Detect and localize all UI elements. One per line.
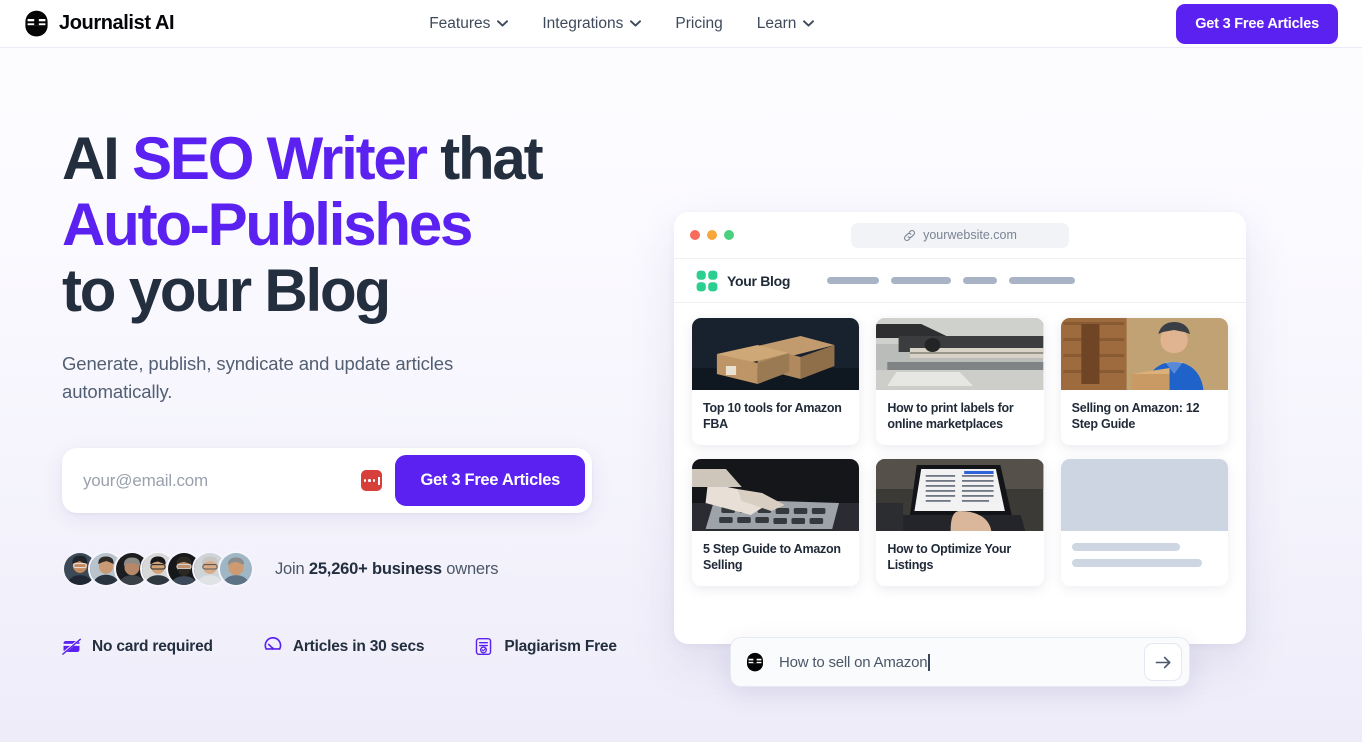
article-title: 5 Step Guide to Amazon Selling (703, 542, 841, 572)
signup-form: Get 3 Free Articles (62, 448, 592, 513)
nav-item-integrations[interactable]: Integrations (542, 14, 642, 33)
article-thumbnail (1060, 318, 1228, 390)
article-thumbnail (876, 459, 1044, 531)
article-card[interactable]: How to print labels for online marketpla… (876, 318, 1044, 445)
hero-left-column: AI SEO Writer that Auto-Publishes to you… (62, 126, 622, 656)
avatar (218, 551, 254, 587)
hero-section: AI SEO Writer that Auto-Publishes to you… (0, 48, 1362, 742)
close-window-dot[interactable] (690, 230, 700, 240)
brand-name: Journalist AI (59, 12, 175, 34)
social-count: 25,260+ business (308, 559, 442, 578)
placeholder-lines (1061, 531, 1228, 581)
social-prefix: Join (275, 559, 309, 578)
link-icon (904, 229, 916, 241)
article-card[interactable]: 5 Step Guide to Amazon Selling (692, 459, 860, 586)
headline-line-1-accent: SEO Writer (132, 125, 428, 192)
signup-submit-button[interactable]: Get 3 Free Articles (395, 455, 585, 506)
arrow-right-icon (1155, 656, 1170, 668)
header-cta-button[interactable]: Get 3 Free Articles (1176, 3, 1338, 44)
nav-placeholder-bar (1009, 277, 1076, 284)
site-header: Journalist AI Features Integrations Pric… (0, 0, 1362, 48)
article-title: Top 10 tools for Amazon FBA (703, 401, 842, 431)
nav-label: Pricing (675, 14, 723, 32)
page-title: AI SEO Writer that Auto-Publishes to you… (62, 126, 622, 324)
social-proof-text: Join 25,260+ business owners (275, 560, 498, 579)
ai-prompt-bar[interactable]: How to sell on Amazon (730, 637, 1190, 687)
blog-nav-placeholders (827, 277, 1076, 284)
chevron-down-icon (630, 20, 642, 27)
placeholder-line (1071, 543, 1181, 551)
article-thumbnail-placeholder (1060, 459, 1228, 531)
window-controls (690, 230, 734, 240)
blog-logo[interactable]: Your Blog (696, 270, 790, 292)
address-bar[interactable]: yourwebsite.com (851, 222, 1069, 248)
clover-logo-icon (696, 270, 718, 291)
nav-placeholder-bar (827, 277, 880, 284)
minimize-window-dot[interactable] (707, 230, 717, 240)
nav-item-features[interactable]: Features (429, 14, 509, 33)
maximize-window-dot[interactable] (724, 230, 734, 240)
badge-plagiarism-free: Plagiarism Free (474, 637, 617, 656)
headline-line-1-tail: that (425, 125, 543, 192)
nav-label: Features (429, 14, 491, 32)
article-card-grid: Top 10 tools for Amazon FBA How to print… (674, 303, 1246, 586)
journalist-ai-mascot-icon (747, 652, 763, 672)
article-title: Selling on Amazon: 12 Step Guide (1071, 401, 1200, 431)
document-check-icon (476, 637, 492, 656)
nav-item-learn[interactable]: Learn (757, 15, 815, 33)
social-suffix: owners (441, 559, 499, 578)
blog-navbar: Your Blog (674, 258, 1246, 303)
password-autofill-icon[interactable] (361, 470, 383, 491)
badge-label: Plagiarism Free (504, 637, 617, 655)
nav-item-pricing[interactable]: Pricing (675, 15, 722, 33)
prompt-text-value: How to sell on Amazon (779, 653, 928, 671)
article-title: How to print labels for online marketpla… (887, 401, 1014, 431)
nav-placeholder-bar (963, 277, 998, 284)
chevron-down-icon (803, 20, 815, 27)
prompt-submit-button[interactable] (1144, 643, 1182, 681)
avatar-group (62, 551, 254, 587)
headline-line-1-plain: AI (62, 125, 133, 192)
chevron-down-icon (497, 20, 509, 27)
badge-articles-in-30-secs: Articles in 30 secs (263, 637, 425, 656)
article-title: How to Optimize Your Listings (887, 542, 1012, 572)
speedometer-icon (264, 637, 282, 650)
placeholder-line (1071, 559, 1203, 567)
nav-label: Learn (756, 14, 797, 32)
address-bar-url: yourwebsite.com (923, 228, 1017, 242)
journalist-ai-mascot-icon (25, 10, 48, 37)
text-cursor (928, 653, 930, 671)
article-card-placeholder (1060, 459, 1228, 586)
article-card[interactable]: How to Optimize Your Listings (876, 459, 1044, 586)
article-card[interactable]: Top 10 tools for Amazon FBA (692, 318, 860, 445)
email-input[interactable] (62, 470, 362, 491)
nav-placeholder-bar (891, 277, 952, 284)
main-nav: Features Integrations Pricing Learn (429, 14, 815, 33)
brand-logo[interactable]: Journalist AI (24, 10, 175, 37)
social-proof: Join 25,260+ business owners (62, 551, 622, 587)
badge-no-card-required: No card required (62, 637, 213, 656)
nav-label: Integrations (542, 14, 624, 32)
card-off-icon (62, 638, 81, 655)
browser-titlebar: yourwebsite.com (674, 212, 1246, 258)
article-thumbnail (692, 318, 860, 390)
article-thumbnail (692, 459, 860, 531)
headline-line-2-accent: Auto-Publishes (62, 191, 473, 258)
article-card[interactable]: Selling on Amazon: 12 Step Guide (1060, 318, 1228, 445)
browser-mockup: yourwebsite.com Your Blog Top 10 tools f… (674, 212, 1246, 644)
feature-badges: No card required Articles in 30 secs Pla… (62, 637, 622, 656)
badge-label: No card required (92, 637, 213, 655)
prompt-input[interactable]: How to sell on Amazon (779, 653, 930, 671)
badge-label: Articles in 30 secs (292, 637, 425, 655)
blog-name: Your Blog (727, 272, 791, 289)
hero-subtitle: Generate, publish, syndicate and update … (62, 353, 454, 402)
article-thumbnail (876, 318, 1044, 390)
headline-line-3: to your Blog (62, 257, 391, 324)
